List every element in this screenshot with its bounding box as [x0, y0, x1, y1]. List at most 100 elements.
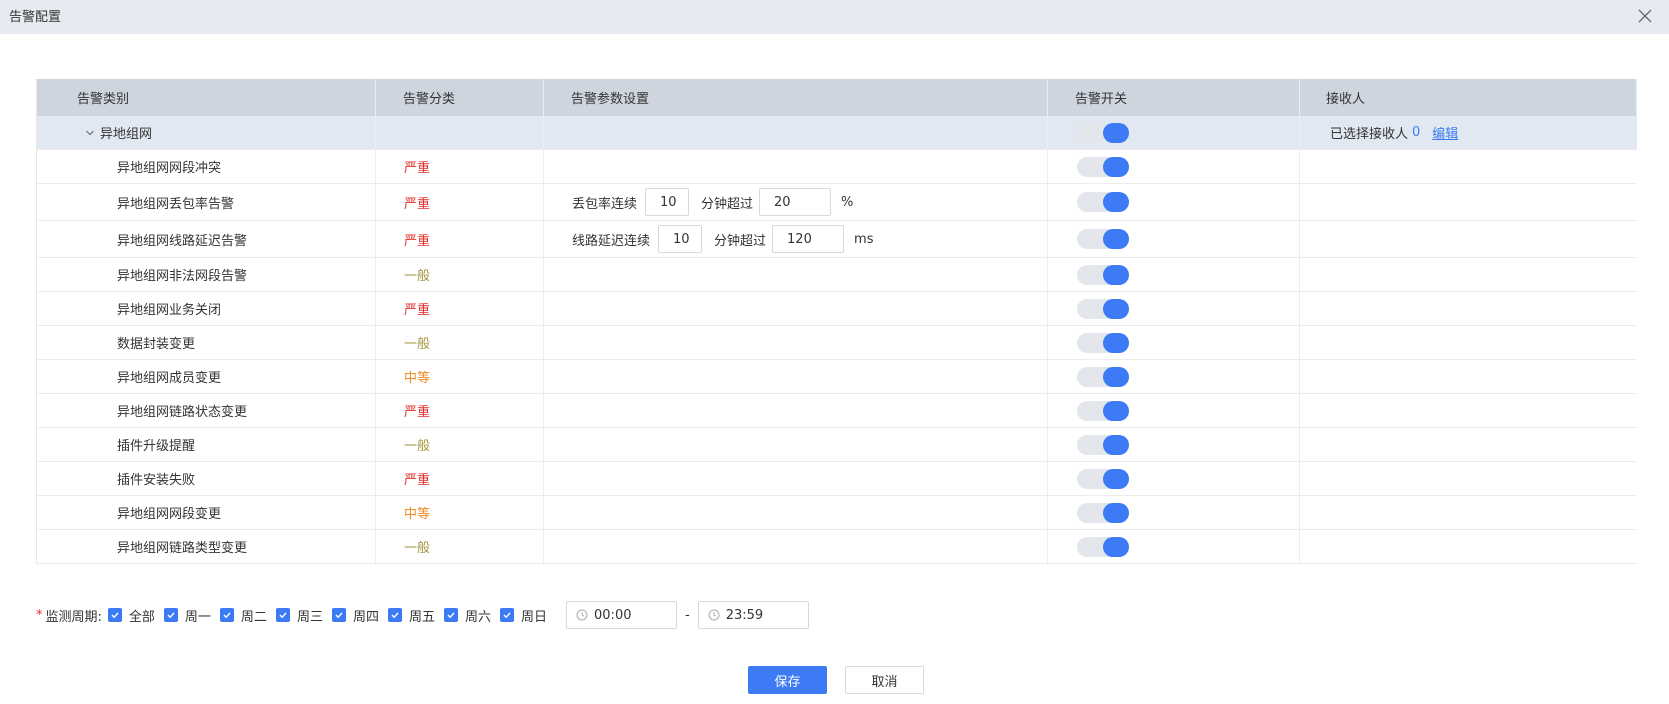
period-checkbox-label: 周六 — [464, 609, 491, 625]
period-checkbox[interactable]: 全部 — [107, 606, 155, 625]
receiver-cell — [1300, 360, 1637, 393]
switch-cell — [1048, 428, 1300, 461]
alert-name: 异地组网成员变更 — [117, 371, 222, 386]
receiver-cell — [1300, 530, 1637, 563]
end-time-field[interactable] — [725, 607, 796, 623]
severity-label: 一般 — [404, 269, 431, 284]
edit-receiver-link[interactable]: 编辑 — [1432, 123, 1458, 142]
alert-switch[interactable] — [1077, 298, 1129, 319]
alert-switch[interactable] — [1077, 156, 1129, 177]
params-cell — [544, 258, 1048, 291]
receiver-cell — [1300, 326, 1637, 359]
period-checkbox[interactable]: 周五 — [387, 606, 435, 625]
group-row: 异地组网 已选择接收人 0 编辑 — [37, 116, 1637, 150]
severity-cell: 一般 — [376, 258, 544, 291]
param-prefix: 线路延迟连续 — [572, 233, 651, 249]
header-receiver: 接收人 — [1300, 79, 1637, 116]
alert-name: 异地组网链路类型变更 — [117, 541, 248, 556]
param-minutes-input[interactable] — [645, 188, 690, 216]
alert-switch[interactable] — [1077, 192, 1129, 212]
checkbox-checked-icon[interactable] — [219, 608, 234, 622]
chevron-down-icon[interactable] — [85, 128, 95, 138]
period-checkbox[interactable]: 周日 — [500, 606, 547, 625]
cancel-button[interactable]: 取消 — [845, 666, 924, 694]
switch-cell — [1048, 496, 1300, 529]
switch-knob — [1103, 332, 1129, 353]
group-toggle[interactable]: 异地组网 — [37, 116, 376, 149]
param-threshold-input[interactable] — [772, 225, 845, 253]
alert-name-cell: 异地组网丢包率告警 — [37, 184, 376, 220]
close-icon[interactable] — [1633, 4, 1657, 28]
group-alert-switch[interactable] — [1077, 122, 1129, 143]
alert-switch[interactable] — [1077, 400, 1129, 421]
alert-switch[interactable] — [1077, 366, 1129, 387]
param-threshold-input[interactable] — [759, 188, 832, 216]
severity-cell: 中等 — [376, 360, 544, 393]
alert-name: 异地组网网段变更 — [117, 507, 222, 522]
period-checkbox[interactable]: 周四 — [331, 606, 379, 625]
alert-config-table: 告警类别 告警分类 告警参数设置 告警开关 接收人 异地组网 已选择接收人 0 … — [36, 79, 1637, 564]
period-checkbox[interactable]: 周二 — [219, 606, 267, 625]
alert-switch[interactable] — [1077, 502, 1129, 523]
alert-rows: 异地组网网段冲突 严重 异地组网丢包率告警 严重 丢包率连续 分钟超过 % 异地… — [37, 150, 1637, 564]
checkbox-checked-icon[interactable] — [387, 608, 402, 622]
param-minutes-input[interactable] — [658, 225, 703, 253]
severity-cell: 严重 — [376, 150, 544, 183]
header-severity: 告警分类 — [376, 79, 544, 116]
alert-name: 异地组网链路状态变更 — [117, 405, 248, 420]
severity-label: 中等 — [404, 507, 431, 522]
severity-cell: 严重 — [376, 184, 544, 220]
alert-name: 异地组网网段冲突 — [117, 161, 222, 176]
checkbox-checked-icon[interactable] — [331, 608, 346, 622]
severity-cell: 严重 — [376, 221, 544, 257]
alert-switch[interactable] — [1077, 332, 1129, 353]
checkbox-checked-icon[interactable] — [500, 608, 514, 622]
alert-name: 异地组网业务关闭 — [117, 303, 222, 318]
start-time-input[interactable] — [566, 601, 678, 629]
alert-switch[interactable] — [1077, 536, 1129, 557]
severity-cell: 严重 — [376, 462, 544, 495]
receiver-cell — [1300, 292, 1637, 325]
save-button[interactable]: 保存 — [748, 666, 827, 694]
period-checkbox[interactable]: 周六 — [443, 606, 491, 625]
alert-name: 异地组网丢包率告警 — [117, 196, 235, 212]
checkbox-checked-icon[interactable] — [107, 608, 122, 622]
alert-switch[interactable] — [1077, 264, 1129, 285]
dialog-title: 告警配置 — [9, 10, 62, 25]
switch-knob — [1103, 156, 1129, 177]
alert-name-cell: 异地组网网段变更 — [37, 496, 376, 529]
checkbox-checked-icon[interactable] — [275, 608, 290, 622]
switch-knob — [1103, 264, 1129, 285]
params-cell — [544, 292, 1048, 325]
alert-name-cell: 插件升级提醒 — [37, 428, 376, 461]
alert-switch[interactable] — [1077, 434, 1129, 455]
severity-cell: 严重 — [376, 394, 544, 427]
switch-knob — [1103, 434, 1129, 455]
switch-cell — [1048, 258, 1300, 291]
switch-cell — [1048, 462, 1300, 495]
table-row: 异地组网链路状态变更 严重 — [37, 394, 1637, 428]
receiver-cell — [1300, 394, 1637, 427]
table-row: 异地组网丢包率告警 严重 丢包率连续 分钟超过 % — [37, 184, 1637, 221]
start-time-field[interactable] — [594, 607, 665, 623]
period-checkbox[interactable]: 周三 — [275, 606, 323, 625]
header-category: 告警类别 — [37, 79, 376, 116]
header-switch: 告警开关 — [1048, 79, 1300, 116]
period-checkbox[interactable]: 周一 — [163, 606, 211, 625]
table-row: 异地组网链路类型变更 一般 — [37, 530, 1637, 564]
clock-icon — [708, 609, 720, 621]
checkbox-checked-icon[interactable] — [443, 608, 458, 622]
alert-switch[interactable] — [1077, 229, 1129, 249]
params-cell — [544, 360, 1048, 393]
params-cell — [544, 150, 1048, 183]
params-cell: 丢包率连续 分钟超过 % — [544, 184, 1048, 220]
switch-knob — [1103, 400, 1129, 421]
switch-cell — [1048, 292, 1300, 325]
period-checkbox-label: 周一 — [184, 609, 211, 625]
checkbox-checked-icon[interactable] — [163, 608, 178, 622]
alert-switch[interactable] — [1077, 468, 1129, 489]
period-options: 全部 周一 周二 周三 周四 周五 周六 周日 — [107, 606, 556, 625]
end-time-input[interactable] — [697, 601, 809, 629]
severity-label: 中等 — [404, 371, 431, 386]
group-name: 异地组网 — [100, 127, 153, 142]
